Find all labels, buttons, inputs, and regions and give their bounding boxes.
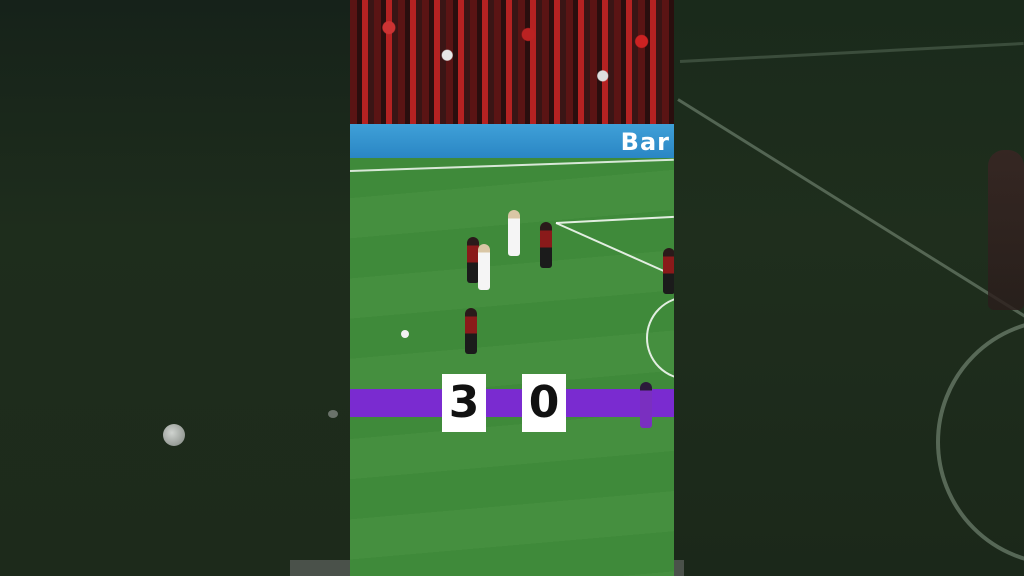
ball [401,330,409,338]
stadium-crowd [350,0,674,138]
blurred-background-left [0,0,350,576]
board-text: Bar [620,128,670,156]
player [663,248,674,294]
advertising-board: Bar [350,124,674,158]
bottom-overlay [674,560,684,576]
video-frame[interactable]: Bar 3 0 [0,0,1024,576]
player [508,210,520,256]
background-dot [328,410,338,418]
away-score: 0 [522,374,566,432]
video-content: Bar 3 0 [350,0,674,576]
player [478,244,490,290]
background-player [988,150,1024,310]
player [640,382,652,428]
player [540,222,552,268]
bottom-overlay [290,560,350,576]
home-score: 3 [442,374,486,432]
score-band [350,389,674,417]
player [465,308,477,354]
background-ball [163,424,185,446]
